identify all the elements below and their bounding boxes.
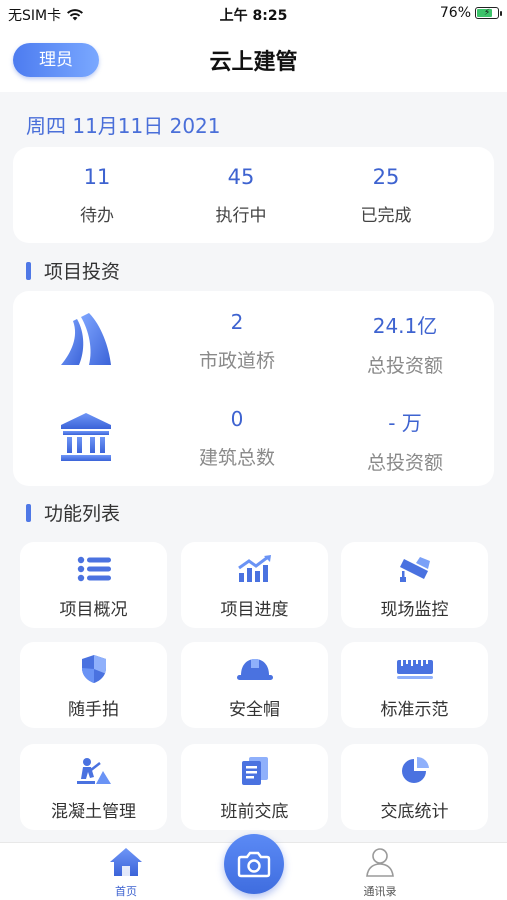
tab-contacts-label: 通讯录 bbox=[363, 885, 397, 898]
building-icon bbox=[61, 413, 111, 461]
current-date: 周四 11月11日 2021 bbox=[26, 114, 221, 138]
status-bar: 无SIM卡 上午 8:25 76% ⚡ bbox=[0, 0, 507, 28]
func-label: 混凝土管理 bbox=[51, 802, 136, 822]
func-label: 项目进度 bbox=[220, 600, 289, 620]
section-marker bbox=[26, 261, 31, 280]
func-label: 项目概况 bbox=[59, 600, 128, 620]
stat-value: 25 bbox=[372, 165, 400, 189]
func-briefing-statistics[interactable]: 交底统计 bbox=[341, 744, 488, 830]
func-label: 现场监控 bbox=[380, 600, 449, 620]
section-title-functions: 功能列表 bbox=[26, 499, 120, 526]
tab-contacts[interactable]: 通讯录 bbox=[340, 847, 420, 899]
amount-label: 总投资额 bbox=[366, 452, 443, 474]
chart-growth-icon bbox=[237, 555, 271, 582]
cctv-camera-icon bbox=[399, 557, 430, 582]
stat-completed[interactable]: 25 已完成 bbox=[326, 165, 446, 226]
stat-label: 执行中 bbox=[215, 206, 267, 226]
func-project-overview[interactable]: 项目概况 bbox=[20, 542, 167, 628]
amount-value: - 万 bbox=[388, 411, 422, 435]
camera-button[interactable] bbox=[224, 834, 284, 894]
func-label: 班前交底 bbox=[220, 802, 289, 822]
func-label: 交底统计 bbox=[380, 802, 449, 822]
stat-in-progress[interactable]: 45 执行中 bbox=[181, 165, 301, 226]
count-value: 2 bbox=[230, 310, 244, 334]
section-title-text: 功能列表 bbox=[44, 503, 121, 525]
documents-icon bbox=[241, 757, 268, 785]
status-time: 上午 8:25 bbox=[219, 8, 288, 24]
tab-home-label: 首页 bbox=[115, 885, 137, 898]
func-site-monitoring[interactable]: 现场监控 bbox=[341, 542, 488, 628]
func-project-progress[interactable]: 项目进度 bbox=[181, 542, 328, 628]
section-marker bbox=[26, 503, 31, 522]
worker-icon bbox=[76, 758, 111, 784]
shield-icon bbox=[81, 655, 106, 683]
camera-icon bbox=[237, 851, 271, 878]
app-header: 理员 云上建管 bbox=[0, 28, 507, 92]
list-icon bbox=[77, 556, 111, 582]
municipal-investment-amount[interactable]: 24.1亿 总投资额 bbox=[330, 310, 480, 378]
battery-icon: ⚡ bbox=[475, 7, 502, 19]
stat-label: 已完成 bbox=[360, 206, 412, 226]
pie-chart-icon bbox=[401, 756, 429, 783]
tab-home[interactable]: 首页 bbox=[86, 847, 166, 899]
building-count[interactable]: 0 建筑总数 bbox=[162, 407, 312, 470]
road-icon bbox=[61, 313, 111, 365]
func-standard-demo[interactable]: 标准示范 bbox=[341, 642, 488, 728]
municipal-bridge-count[interactable]: 2 市政道桥 bbox=[162, 310, 312, 373]
func-snapshot[interactable]: 随手拍 bbox=[20, 642, 167, 728]
func-safety-helmet[interactable]: 安全帽 bbox=[181, 642, 328, 728]
task-stats-card: 11 待办 45 执行中 25 已完成 bbox=[13, 147, 494, 243]
count-label: 市政道桥 bbox=[198, 350, 275, 372]
investment-card: 2 市政道桥 24.1亿 总投资额 0 建筑总数 - 万 总投资额 bbox=[13, 291, 494, 486]
ruler-icon bbox=[396, 660, 433, 679]
amount-label: 总投资额 bbox=[366, 355, 443, 377]
func-label: 安全帽 bbox=[229, 700, 280, 720]
count-label: 建筑总数 bbox=[198, 447, 275, 469]
count-value: 0 bbox=[230, 407, 244, 431]
page-title: 云上建管 bbox=[209, 50, 298, 75]
func-label: 随手拍 bbox=[68, 700, 119, 720]
stat-value: 11 bbox=[83, 165, 111, 189]
amount-value: 24.1亿 bbox=[372, 314, 438, 338]
building-investment-amount[interactable]: - 万 总投资额 bbox=[330, 407, 480, 475]
helmet-icon bbox=[236, 659, 273, 680]
section-title-text: 项目投资 bbox=[44, 261, 121, 283]
section-title-investment: 项目投资 bbox=[26, 257, 120, 284]
func-concrete-management[interactable]: 混凝土管理 bbox=[20, 744, 167, 830]
func-pre-shift-briefing[interactable]: 班前交底 bbox=[181, 744, 328, 830]
person-icon bbox=[366, 848, 394, 877]
stat-todo[interactable]: 11 待办 bbox=[37, 165, 157, 226]
stat-label: 待办 bbox=[80, 206, 114, 226]
home-icon bbox=[110, 848, 142, 876]
stat-value: 45 bbox=[227, 165, 255, 189]
battery-percent: 76% bbox=[439, 5, 471, 21]
func-label: 标准示范 bbox=[380, 700, 449, 720]
